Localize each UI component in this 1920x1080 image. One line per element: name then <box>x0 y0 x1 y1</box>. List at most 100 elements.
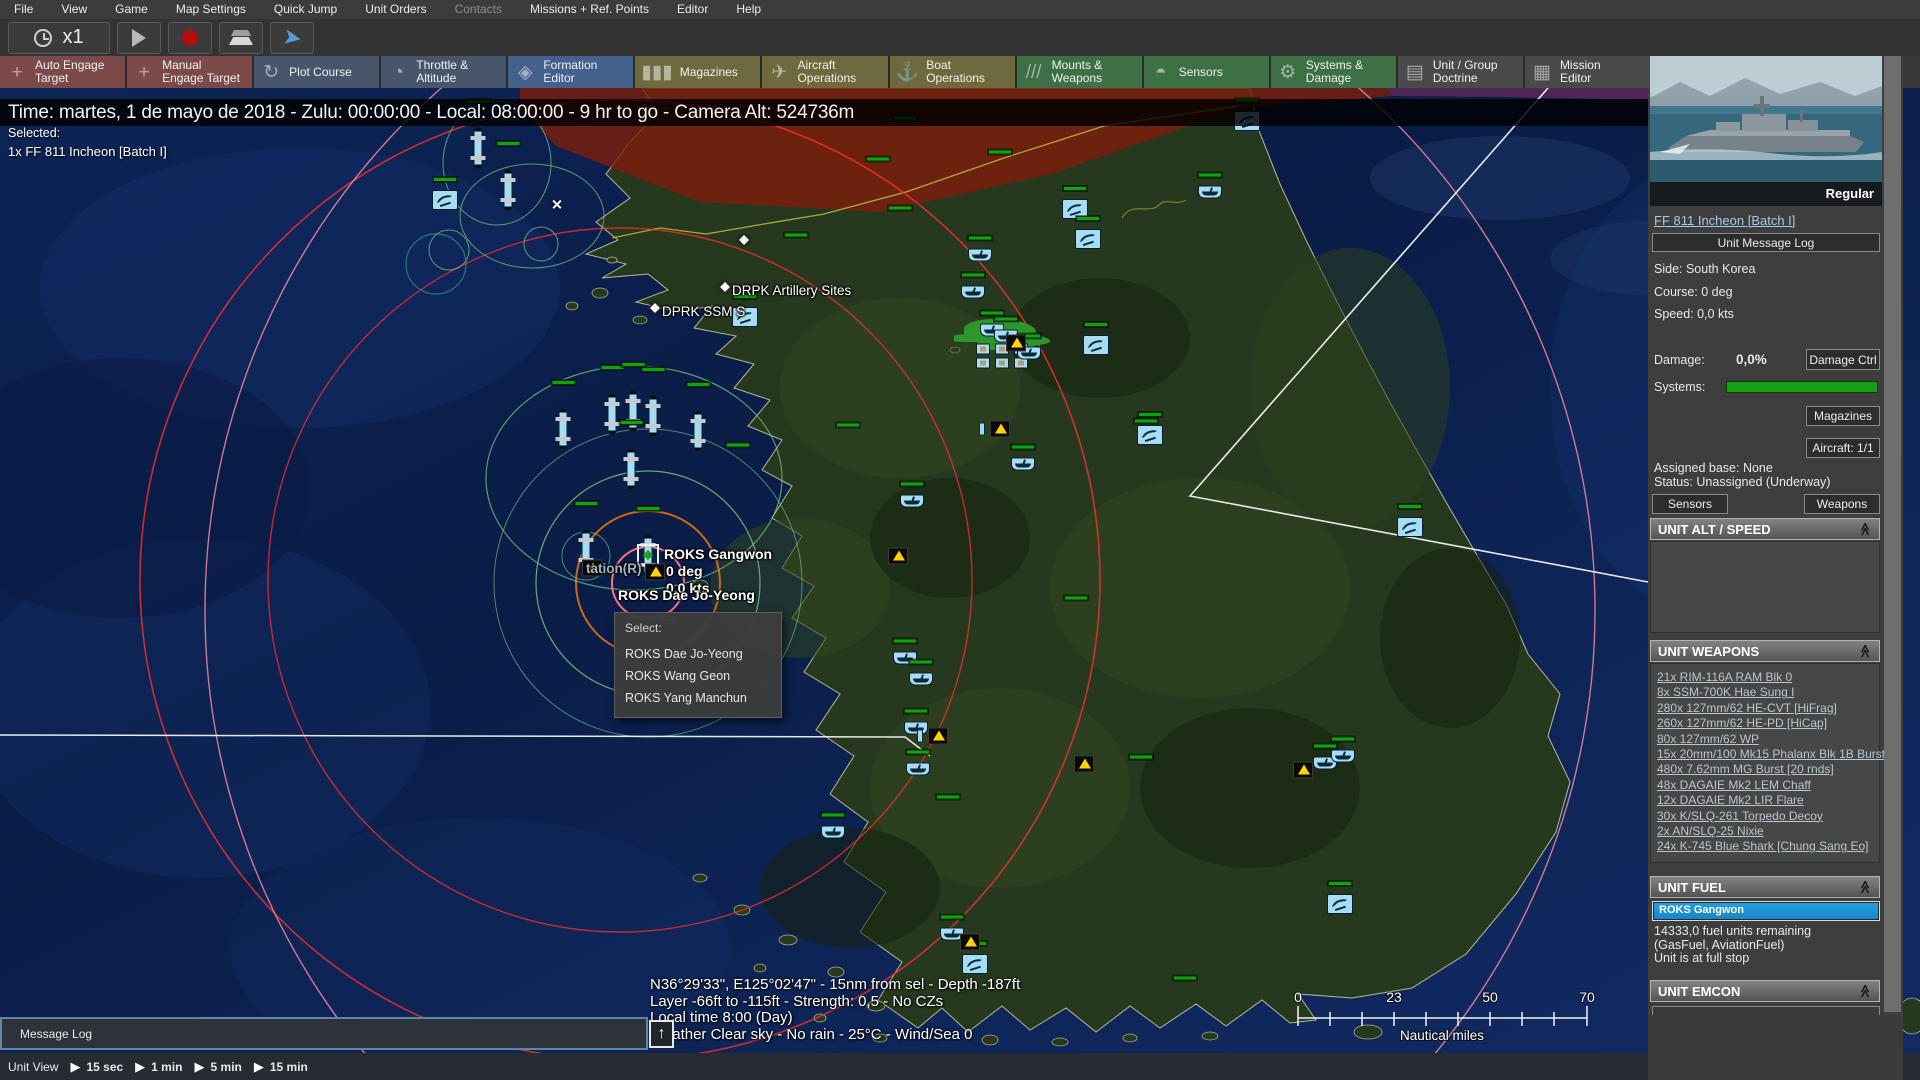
weapon-link[interactable]: 480x 7.62mm MG Burst [20 rnds] <box>1657 762 1877 777</box>
toolbar-button[interactable]: + Manual Engage Target <box>127 56 253 88</box>
context-menu-item[interactable]: ROKS Dae Jo-Yeong <box>615 643 781 665</box>
base-unit[interactable] <box>888 547 908 565</box>
weapon-link[interactable]: 48x DAGAIE Mk2 LEM Chaff <box>1657 778 1877 793</box>
weapon-link[interactable]: 2x AN/SLQ-25 Nixie <box>1657 824 1877 839</box>
collapse-icon[interactable]: ≪ <box>1857 644 1873 658</box>
boat-unit[interactable] <box>1011 444 1035 471</box>
radar-unit[interactable] <box>432 177 458 210</box>
boat-unit[interactable] <box>1198 172 1222 199</box>
collapse-icon[interactable]: ≪ <box>1857 880 1873 894</box>
interval-button[interactable]: ▶ 5 min <box>183 1059 242 1075</box>
panel-header-unit-emcon[interactable]: UNIT EMCON ≪ <box>1650 980 1880 1002</box>
toolbar-button[interactable]: ▮▮▮ Magazines <box>635 56 761 88</box>
boat-unit[interactable] <box>909 659 933 686</box>
unit-class-link[interactable]: FF 811 Incheon [Batch I] <box>1654 213 1795 228</box>
bar-unit[interactable] <box>1129 754 1153 760</box>
panel-header-alt-speed[interactable]: UNIT ALT / SPEED ≪ <box>1650 518 1880 540</box>
aircraft-button[interactable]: Aircraft: 1/1 <box>1806 438 1880 458</box>
run-button[interactable] <box>117 21 161 54</box>
boat-unit[interactable] <box>1331 736 1355 763</box>
menu-item-editor[interactable]: Editor <box>663 0 722 19</box>
context-menu-item[interactable]: ROKS Wang Geon <box>615 665 781 687</box>
ship-unit[interactable] <box>686 382 710 452</box>
base2-unit[interactable] <box>979 420 1010 438</box>
bar-unit[interactable] <box>866 156 890 162</box>
message-log-expand-button[interactable]: ↑ <box>649 1020 674 1048</box>
diamond-unit[interactable] <box>648 301 662 315</box>
base-unit[interactable] <box>645 563 665 581</box>
menu-item-file[interactable]: File <box>0 0 47 19</box>
menu-item-unit-orders[interactable]: Unit Orders <box>351 0 440 19</box>
boat-unit[interactable] <box>900 481 924 508</box>
toolbar-button[interactable]: ◓ Sensors <box>1143 56 1269 88</box>
base-unit[interactable] <box>1006 334 1026 352</box>
base-unit[interactable] <box>1074 755 1094 773</box>
bar-unit[interactable] <box>1064 595 1088 601</box>
context-menu-item[interactable]: ROKS Yang Manchun <box>615 687 781 709</box>
weapon-link[interactable]: 280x 127mm/62 HE-CVT [HiFrag] <box>1657 701 1877 716</box>
time-compression-button[interactable]: x1 <box>8 21 110 54</box>
toolbar-button[interactable]: ↻ Plot Course <box>254 56 380 88</box>
ship-unit[interactable] <box>619 420 643 490</box>
radar-unit[interactable] <box>1137 412 1163 445</box>
toolbar-button[interactable]: ⚓ Boat Operations <box>889 56 1015 88</box>
collapse-icon[interactable]: ≪ <box>1857 984 1873 998</box>
toolbar-button[interactable]: ◔ Throttle & Altitude <box>381 56 507 88</box>
ship-unit[interactable] <box>551 380 575 450</box>
toolbar-button[interactable]: ⚙ Systems & Damage <box>1270 56 1396 88</box>
interval-button[interactable]: ▶ 15 min <box>242 1059 308 1075</box>
bar-unit[interactable] <box>1134 418 1158 424</box>
interval-button[interactable]: ▶ 1 min <box>123 1059 182 1075</box>
ship-unit[interactable] <box>600 365 624 435</box>
boat-unit[interactable] <box>906 749 930 776</box>
diamond-unit[interactable] <box>737 233 751 247</box>
radar-unit[interactable] <box>1083 322 1109 355</box>
fuel-selected-row[interactable]: ROKS Gangwon <box>1654 903 1878 919</box>
ship-unit[interactable] <box>466 99 490 169</box>
sensors-button[interactable]: Sensors <box>1652 494 1728 514</box>
panel-header-unit-fuel[interactable]: UNIT FUEL ≪ <box>1650 876 1880 898</box>
menu-item-view[interactable]: View <box>47 0 101 19</box>
weapons-button[interactable]: Weapons <box>1804 494 1880 514</box>
fuel-unit-list[interactable]: ROKS Gangwon <box>1652 901 1880 921</box>
boat-unit[interactable] <box>904 708 928 735</box>
weapon-link[interactable]: 80x 127mm/62 WP <box>1657 732 1877 747</box>
toolbar-button[interactable]: ◈ Formation Editor <box>508 56 634 88</box>
boat-unit[interactable] <box>961 272 985 299</box>
base-unit[interactable] <box>1293 761 1313 779</box>
magazines-button[interactable]: Magazines <box>1806 406 1880 426</box>
record-button[interactable] <box>168 21 212 54</box>
radar-unit[interactable] <box>1075 216 1101 249</box>
toolbar-button[interactable]: /// Mounts & Weapons <box>1016 56 1142 88</box>
bar-unit[interactable] <box>726 442 750 448</box>
message-log-bar[interactable]: Message Log <box>0 1017 648 1050</box>
base2-unit[interactable] <box>917 727 948 745</box>
bar-unit[interactable] <box>836 422 860 428</box>
map-viewport[interactable]: 0 23 50 70 Nautical miles ✕ DRPK Artille… <box>0 88 1920 1053</box>
menu-item-quick-jump[interactable]: Quick Jump <box>260 0 351 19</box>
bar-unit[interactable] <box>784 232 808 238</box>
bar-unit[interactable] <box>936 794 960 800</box>
menu-item-help[interactable]: Help <box>722 0 775 19</box>
menu-item-game[interactable]: Game <box>101 0 162 19</box>
weapon-link[interactable]: 30x K/SLQ-261 Torpedo Decoy <box>1657 809 1877 824</box>
toolbar-button[interactable]: + Auto Engage Target <box>0 56 126 88</box>
radar-unit[interactable] <box>1397 504 1423 537</box>
toolbar-button[interactable]: ▦ Mission Editor <box>1524 56 1651 88</box>
menu-item-missions-ref-points[interactable]: Missions + Ref. Points <box>516 0 663 19</box>
bar-unit[interactable] <box>1173 975 1197 981</box>
weapon-link[interactable]: 15x 20mm/100 Mk15 Phalanx Blk 1B Burst ] <box>1657 747 1892 762</box>
toolbar-button[interactable]: ✈ Aircraft Operations <box>762 56 888 88</box>
base-unit[interactable] <box>960 933 980 951</box>
panel-header-unit-weapons[interactable]: UNIT WEAPONS ≪ <box>1650 640 1880 662</box>
boat-unit[interactable] <box>821 812 845 839</box>
quick-jump-button[interactable]: ➤ <box>270 21 314 54</box>
radar-unit[interactable] <box>962 941 988 974</box>
map-projection-button[interactable] <box>219 21 263 54</box>
weapon-link[interactable]: 8x SSM-700K Hae Sung I <box>1657 685 1877 700</box>
ship-unit[interactable] <box>641 367 665 437</box>
weapon-link[interactable]: 260x 127mm/62 HE-PD [HiCap] <box>1657 716 1877 731</box>
xmark-unit[interactable]: ✕ <box>551 197 563 214</box>
ship-unit[interactable] <box>621 362 645 432</box>
bar-unit[interactable] <box>888 205 912 211</box>
